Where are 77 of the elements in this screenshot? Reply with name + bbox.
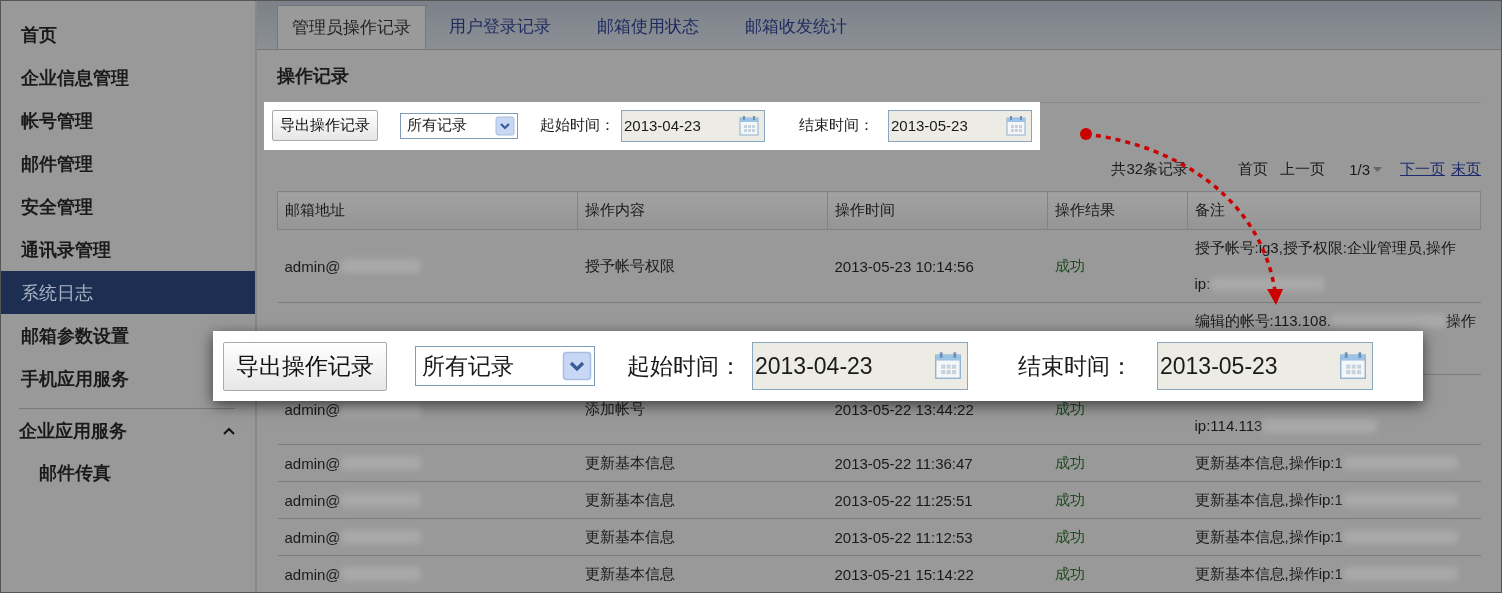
column-header: 操作结果 (1047, 191, 1188, 230)
sidebar-item[interactable]: 邮箱参数设置 (21, 323, 129, 348)
tab[interactable]: 邮箱收发统计 (722, 4, 870, 49)
content-cell: 更新基本信息 (584, 564, 675, 582)
remark-text: 更新基本信息,操作ip:1 (1194, 564, 1343, 584)
last-page-link[interactable]: 末页 (1451, 160, 1481, 180)
result-cell: 成功 (1054, 564, 1085, 582)
time-cell: 2013-05-23 10:14:56 (834, 257, 974, 275)
time-cell: 2013-05-22 11:12:53 (834, 528, 973, 546)
tab[interactable]: 邮箱使用状态 (574, 4, 722, 49)
content-cell: 更新基本信息 (584, 527, 675, 545)
content-cell: 更新基本信息 (584, 453, 675, 471)
prev-page-link[interactable]: 上一页 (1280, 160, 1326, 180)
remark-text: 更新基本信息,操作ip:1 (1194, 490, 1343, 510)
calendar-icon[interactable] (933, 351, 963, 381)
remark-text: 操作 (1445, 311, 1476, 331)
content-cell: 添加帐号 (584, 400, 645, 417)
time-cell: 2013-05-22 11:25:51 (834, 491, 973, 509)
result-cell: 成功 (1054, 400, 1085, 417)
remark-text: 更新基本信息,操作ip:1 (1194, 527, 1343, 547)
time-cell: 2013-05-22 13:44:22 (834, 401, 974, 418)
column-header: 操作内容 (577, 191, 828, 230)
sidebar-item[interactable]: 系统日志 (1, 271, 255, 314)
first-page-link[interactable]: 首页 (1238, 160, 1269, 180)
email-cell: admin@ (284, 257, 341, 275)
next-page-link[interactable]: 下一页 (1400, 160, 1445, 180)
sidebar-subitem[interactable]: 邮件传真 (19, 453, 235, 493)
email-cell: admin@ (284, 401, 341, 418)
result-cell: 成功 (1054, 490, 1085, 508)
chevron-icon (495, 115, 515, 136)
sidebar-item[interactable]: 邮件管理 (21, 151, 93, 176)
sidebar-item[interactable]: 手机应用服务 (21, 366, 129, 391)
chevron-icon (562, 351, 592, 381)
calendar-icon[interactable] (1338, 351, 1368, 381)
email-cell: admin@ (284, 491, 341, 509)
filter-select[interactable]: 所有记录 (400, 112, 518, 139)
content-cell: 授予帐号权限 (584, 256, 675, 274)
calendar-icon[interactable] (1005, 114, 1027, 137)
sidebar-item[interactable]: 帐号管理 (21, 108, 93, 133)
time-cell: 2013-05-21 15:14:22 (834, 565, 974, 583)
end-date-field[interactable]: 2013-05-23 (888, 109, 1032, 142)
filter-select[interactable]: 所有记录 (415, 346, 595, 386)
end-time-label: 结束时间： (1018, 351, 1133, 381)
column-header: 操作时间 (827, 191, 1048, 230)
start-time-label: 起始时间： (627, 351, 742, 381)
result-cell: 成功 (1054, 256, 1085, 274)
result-cell: 成功 (1054, 453, 1085, 471)
start-time-label: 起始时间： (540, 116, 615, 136)
remark-text: ip: (1194, 274, 1211, 294)
sidebar-item[interactable]: 首页 (21, 22, 57, 47)
sidebar-group[interactable]: 企业应用服务 (19, 419, 127, 443)
export-button[interactable]: 导出操作记录 (223, 341, 387, 391)
remark-text: 更新基本信息,操作ip:1 (1194, 453, 1343, 473)
sidebar-item[interactable]: 安全管理 (21, 194, 93, 219)
end-date-field[interactable]: 2013-05-23 (1157, 342, 1373, 390)
column-header: 邮箱地址 (277, 191, 578, 230)
start-date-field[interactable]: 2013-04-23 (621, 109, 765, 142)
tab[interactable]: 管理员操作记录 (277, 4, 426, 49)
email-cell: admin@ (284, 528, 341, 546)
calendar-icon[interactable] (738, 114, 760, 137)
tab[interactable]: 用户登录记录 (426, 4, 574, 49)
caret-icon (1373, 167, 1382, 173)
export-button[interactable]: 导出操作记录 (272, 110, 378, 142)
end-time-label: 结束时间： (799, 116, 874, 136)
collapse-caret-icon[interactable] (223, 427, 235, 435)
time-cell: 2013-05-22 11:36:47 (834, 454, 973, 472)
sidebar-item[interactable]: 通讯录管理 (21, 237, 111, 262)
content-cell: 更新基本信息 (584, 490, 675, 508)
email-cell: admin@ (284, 565, 341, 583)
result-cell: 成功 (1054, 527, 1085, 545)
remark-text: 编辑的帐号:113.108. (1194, 311, 1331, 331)
email-cell: admin@ (284, 454, 341, 472)
sidebar-item[interactable]: 企业信息管理 (21, 65, 129, 90)
page-select[interactable]: 1/3 (1337, 161, 1382, 179)
column-header: 备注 (1187, 191, 1481, 230)
start-date-field[interactable]: 2013-04-23 (752, 342, 968, 390)
remark-text: ip:114.113 (1194, 416, 1263, 436)
